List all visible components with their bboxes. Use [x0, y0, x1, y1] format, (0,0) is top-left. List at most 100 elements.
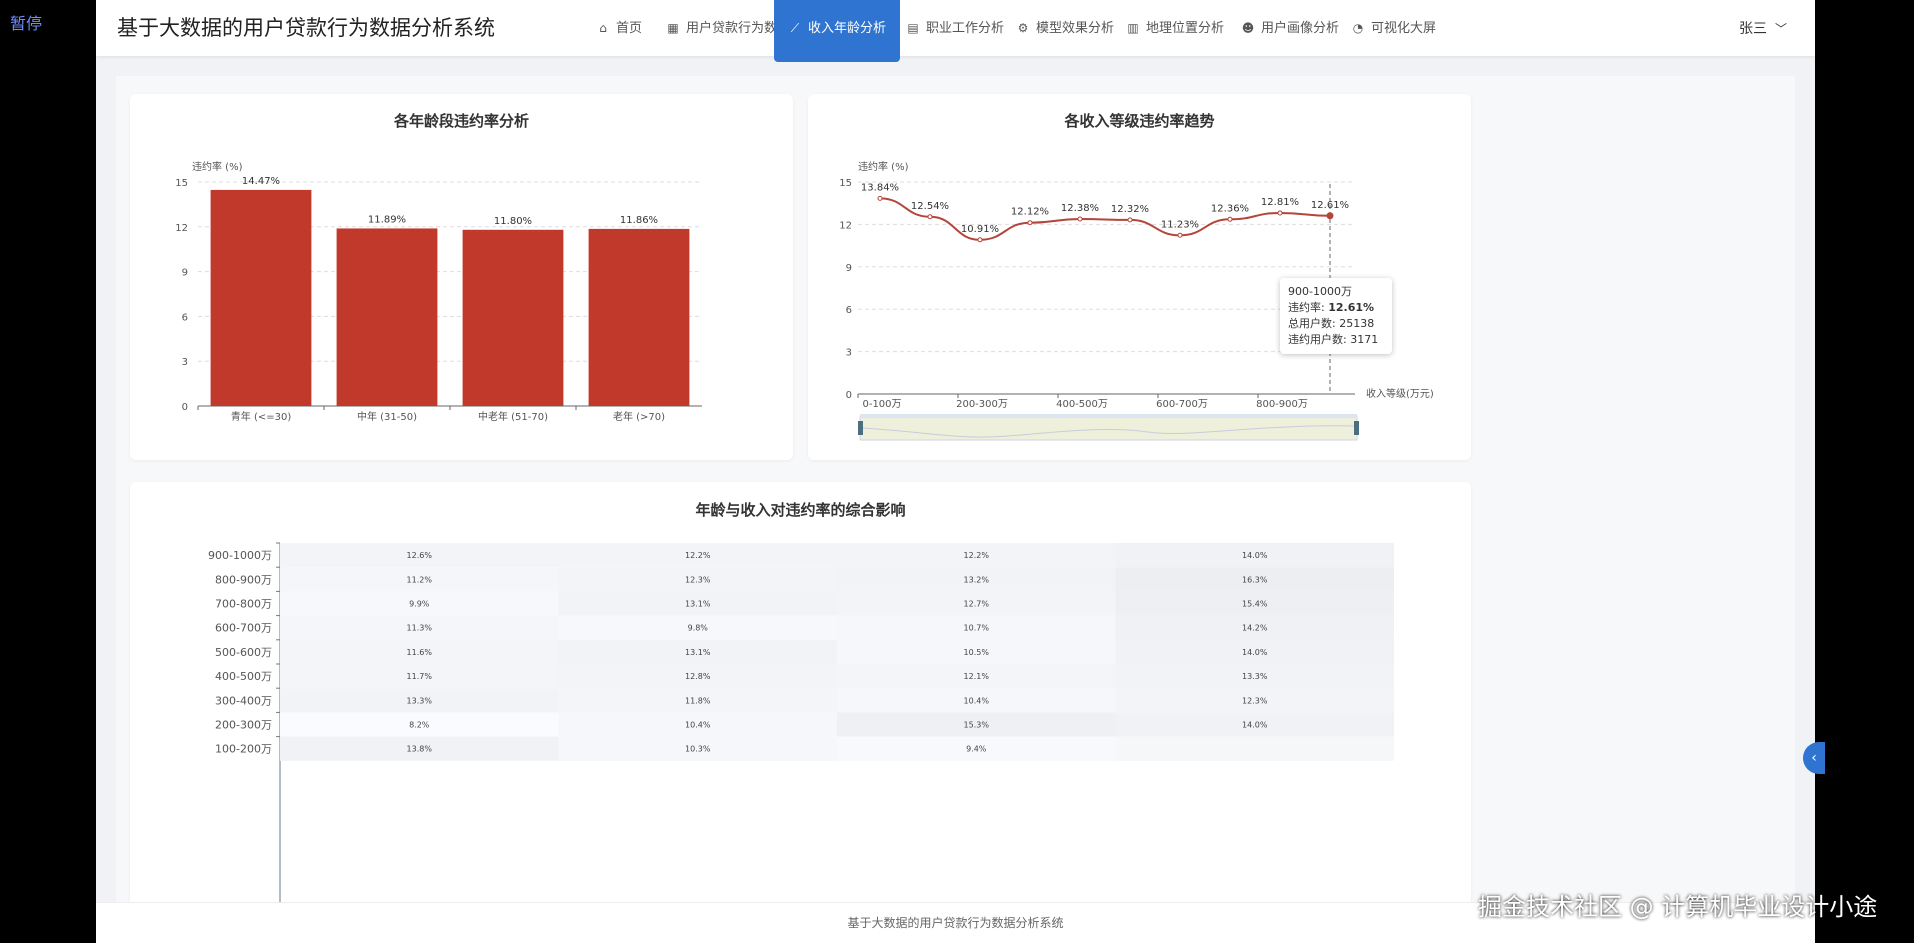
- y-tick-label: 9: [846, 263, 852, 274]
- x-axis-label: 收入等级(万元): [1366, 387, 1434, 400]
- watermark: 掘金技术社区 @ 计算机毕业设计小途: [1478, 893, 1878, 921]
- bar: [210, 189, 312, 406]
- heatmap-cell-label: 12.2%: [685, 551, 711, 560]
- heatmap-cell-label: 13.1%: [685, 600, 711, 609]
- data-point: [927, 214, 933, 220]
- gears-icon: ⚙: [1017, 21, 1029, 35]
- app-title: 基于大数据的用户贷款行为数据分析系统: [117, 16, 495, 40]
- nav-item-label: 模型效果分析: [1036, 21, 1115, 36]
- heatmap-cell-label: 14.0%: [1242, 648, 1268, 657]
- heatmap-cell-label: 13.2%: [964, 575, 990, 584]
- pause-label[interactable]: 暂停: [10, 10, 42, 34]
- income-line-chart[interactable]: 违约率 (%) 0 3 6 9 12 15 收入等级(万元) 0-100万 200-300万 400…: [808, 94, 1471, 460]
- heatmap-cell-label: 15.3%: [964, 721, 990, 730]
- users-icon: ☻: [1241, 21, 1255, 35]
- bar: [588, 228, 690, 406]
- data-label: 11.23%: [1161, 219, 1199, 230]
- y-axis-label: 违约率 (%): [858, 160, 909, 173]
- y-tick-label: 600-700万: [215, 622, 272, 635]
- heatmap-cell-label: 14.0%: [1242, 721, 1268, 730]
- y-tick-label: 6: [846, 305, 852, 316]
- heatmap-cell-label: 15.4%: [1242, 600, 1268, 609]
- tooltip-defaults: 违约用户数: 3171: [1288, 333, 1379, 346]
- nav-item-4[interactable]: ⚙ 模型效果分析: [1016, 0, 1114, 56]
- heatmap-cell: [1115, 736, 1394, 761]
- data-label: 11.89%: [368, 214, 406, 225]
- nav-item-5[interactable]: ▥ 地理位置分析: [1126, 0, 1224, 56]
- heatmap-cell-label: 13.3%: [1242, 672, 1268, 681]
- heatmap-cell-label: 13.1%: [685, 648, 711, 657]
- data-point: [1027, 220, 1033, 226]
- data-label: 12.12%: [1011, 207, 1049, 218]
- y-tick-label: 12: [839, 220, 852, 231]
- x-tick-label: 200-300万: [956, 399, 1008, 410]
- data-label: 11.80%: [494, 216, 532, 227]
- y-tick-label: 300-400万: [215, 694, 272, 707]
- y-tick-label: 15: [839, 178, 852, 189]
- bar: [336, 228, 438, 406]
- content-area: 各年龄段违约率分析 违约率 (%) 0 3 6 9 12 15 14.47% 青年 (<=30)…: [116, 76, 1795, 942]
- data-label: 12.54%: [911, 201, 949, 212]
- nav-item-1[interactable]: ▦ 用户贷款行为数据: [666, 0, 790, 56]
- nav-item-3[interactable]: ▤ 职业工作分析: [906, 0, 1004, 56]
- data-zoom-top-bar: [860, 414, 1357, 418]
- y-tick-label: 800-900万: [215, 573, 272, 586]
- chevron-left-icon: ‹: [1811, 750, 1817, 766]
- user-menu[interactable]: 张三 ﹀: [1739, 18, 1787, 38]
- y-tick-label: 3: [182, 357, 188, 368]
- briefcase-icon: ▤: [907, 21, 919, 35]
- data-label: 12.61%: [1311, 200, 1349, 211]
- heatmap-cell-label: 11.3%: [407, 624, 433, 633]
- heatmap-cell-label: 16.3%: [1242, 575, 1268, 584]
- app-window: 基于大数据的用户贷款行为数据分析系统 ⌂ 首页 ▦ 用户贷款行为数据 ⟋ 收入年龄分析 ▤ 职…: [96, 0, 1815, 942]
- data-label: 11.86%: [620, 215, 658, 226]
- nav-item-6[interactable]: ☻ 用户画像分析: [1241, 0, 1339, 56]
- line-chart-icon: ⟋: [790, 21, 800, 35]
- x-tick-label: 老年 (>70): [613, 410, 665, 423]
- y-tick-label: 200-300万: [215, 719, 272, 732]
- data-label: 12.36%: [1211, 203, 1249, 214]
- y-tick-label: 9: [182, 268, 188, 279]
- nav-item-7[interactable]: ◔ 可视化大屏: [1351, 0, 1436, 56]
- heatmap-cell-label: 12.6%: [407, 551, 433, 560]
- table-icon: ▦: [667, 21, 679, 35]
- pie-chart-icon: ◔: [1352, 21, 1364, 35]
- y-tick-label: 0: [846, 390, 852, 401]
- data-point: [877, 195, 883, 201]
- y-tick-label: 100-200万: [215, 743, 272, 756]
- data-zoom-handle-right: [1354, 421, 1359, 435]
- x-tick-label: 青年 (<=30): [231, 410, 292, 423]
- data-point: [977, 237, 983, 243]
- data-point: [1127, 217, 1133, 223]
- heatmap-cell-label: 14.2%: [1242, 624, 1268, 633]
- heatmap-cell-label: 11.8%: [685, 696, 711, 705]
- data-label: 14.47%: [242, 176, 280, 187]
- y-tick-label: 12: [175, 223, 188, 234]
- heatmap-cell-label: 13.8%: [407, 745, 433, 754]
- data-zoom-slider: [859, 415, 1358, 441]
- y-tick-label: 6: [182, 312, 188, 323]
- nav-item-0[interactable]: ⌂ 首页: [596, 0, 642, 56]
- map-icon: ▥: [1127, 21, 1139, 35]
- heatmap-cell-label: 12.2%: [964, 551, 990, 560]
- age-income-heatmap: 900-1000万 12.6% 12.2% 12.2% 14.0% 800-900万 11.…: [208, 542, 1394, 942]
- home-icon: ⌂: [599, 21, 607, 35]
- y-axis-label: 违约率 (%): [192, 160, 243, 173]
- data-point: [1077, 216, 1083, 222]
- data-label: 13.84%: [861, 182, 899, 193]
- heatmap-cell-label: 11.7%: [407, 672, 433, 681]
- data-point: [1227, 216, 1233, 222]
- y-tick-label: 400-500万: [215, 670, 272, 683]
- chevron-down-icon: ﹀: [1774, 22, 1787, 36]
- data-point: [1177, 232, 1183, 238]
- heatmap-cell-label: 9.8%: [688, 624, 709, 633]
- data-label: 12.32%: [1111, 204, 1149, 215]
- nav-item-label: 职业工作分析: [926, 21, 1005, 36]
- heatmap-cell-label: 8.2%: [409, 721, 430, 730]
- heatmap-cell-label: 9.9%: [409, 600, 430, 609]
- nav-item-label: 可视化大屏: [1371, 21, 1437, 36]
- y-tick-label: 500-600万: [215, 646, 272, 659]
- age-bar-chart: 违约率 (%) 0 3 6 9 12 15 14.47% 青年 (<=30) 11.89% 中年 (…: [175, 160, 702, 423]
- data-label: 10.91%: [961, 224, 999, 235]
- nav-item-2[interactable]: ⟋ 收入年龄分析: [774, 0, 901, 62]
